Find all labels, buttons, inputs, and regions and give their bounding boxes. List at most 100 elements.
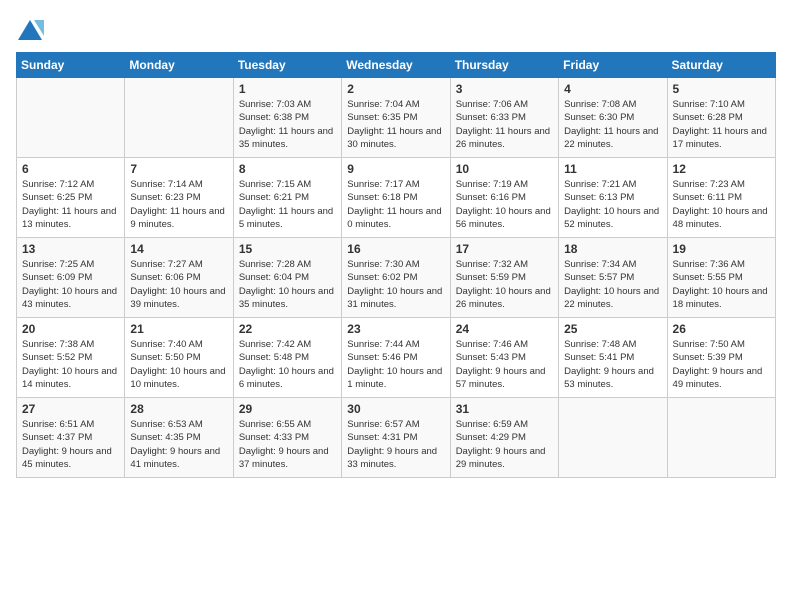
day-number: 10 [456, 162, 553, 176]
day-number: 26 [673, 322, 770, 336]
day-number: 7 [130, 162, 227, 176]
day-info: Sunrise: 7:03 AM Sunset: 6:38 PM Dayligh… [239, 98, 336, 151]
day-info: Sunrise: 7:42 AM Sunset: 5:48 PM Dayligh… [239, 338, 336, 391]
calendar-cell: 1 Sunrise: 7:03 AM Sunset: 6:38 PM Daylig… [233, 78, 341, 158]
calendar-cell: 6Sunrise: 7:12 AM Sunset: 6:25 PM Daylig… [17, 158, 125, 238]
day-number: 14 [130, 242, 227, 256]
day-header-saturday: Saturday [667, 53, 775, 78]
day-info: Sunrise: 7:21 AM Sunset: 6:13 PM Dayligh… [564, 178, 661, 231]
day-info: Sunrise: 7:10 AM Sunset: 6:28 PM Dayligh… [673, 98, 770, 151]
header-row: SundayMondayTuesdayWednesdayThursdayFrid… [17, 53, 776, 78]
day-number: 9 [347, 162, 444, 176]
day-header-friday: Friday [559, 53, 667, 78]
day-number: 15 [239, 242, 336, 256]
day-info: Sunrise: 7:50 AM Sunset: 5:39 PM Dayligh… [673, 338, 770, 391]
calendar-cell: 27 Sunrise: 6:51 AM Sunset: 4:37 PM Dayli… [17, 398, 125, 478]
day-number: 18 [564, 242, 661, 256]
calendar-cell [559, 398, 667, 478]
calendar-cell: 31 Sunrise: 6:59 AM Sunset: 4:29 PM Dayli… [450, 398, 558, 478]
calendar-cell: 14 Sunrise: 7:27 AM Sunset: 6:06 PM Dayli… [125, 238, 233, 318]
calendar-cell [667, 398, 775, 478]
calendar-cell: 28Sunrise: 6:53 AM Sunset: 4:35 PM Dayli… [125, 398, 233, 478]
day-info: Sunrise: 7:23 AM Sunset: 6:11 PM Dayligh… [673, 178, 770, 231]
logo [16, 16, 48, 44]
day-info: Sunrise: 7:19 AM Sunset: 6:16 PM Dayligh… [456, 178, 553, 231]
calendar-cell: 18 Sunrise: 7:34 AM Sunset: 5:57 PM Dayli… [559, 238, 667, 318]
day-number: 16 [347, 242, 444, 256]
day-number: 13 [22, 242, 119, 256]
day-number: 2 [347, 82, 444, 96]
calendar-cell [17, 78, 125, 158]
day-info: Sunrise: 7:44 AM Sunset: 5:46 PM Dayligh… [347, 338, 444, 391]
day-info: Sunrise: 7:17 AM Sunset: 6:18 PM Dayligh… [347, 178, 444, 231]
day-info: Sunrise: 7:40 AM Sunset: 5:50 PM Dayligh… [130, 338, 227, 391]
calendar-cell [125, 78, 233, 158]
calendar-cell: 29 Sunrise: 6:55 AM Sunset: 4:33 PM Dayli… [233, 398, 341, 478]
day-info: Sunrise: 7:08 AM Sunset: 6:30 PM Dayligh… [564, 98, 661, 151]
day-number: 25 [564, 322, 661, 336]
day-number: 5 [673, 82, 770, 96]
calendar-cell: 5 Sunrise: 7:10 AM Sunset: 6:28 PM Daylig… [667, 78, 775, 158]
day-info: Sunrise: 7:36 AM Sunset: 5:55 PM Dayligh… [673, 258, 770, 311]
day-number: 30 [347, 402, 444, 416]
day-info: Sunrise: 6:57 AM Sunset: 4:31 PM Dayligh… [347, 418, 444, 471]
day-info: Sunrise: 7:30 AM Sunset: 6:02 PM Dayligh… [347, 258, 444, 311]
calendar-cell: 20Sunrise: 7:38 AM Sunset: 5:52 PM Dayli… [17, 318, 125, 398]
week-row-3: 13 Sunrise: 7:25 AM Sunset: 6:09 PM Dayli… [17, 238, 776, 318]
calendar-table: SundayMondayTuesdayWednesdayThursdayFrid… [16, 52, 776, 478]
day-info: Sunrise: 7:46 AM Sunset: 5:43 PM Dayligh… [456, 338, 553, 391]
day-info: Sunrise: 6:55 AM Sunset: 4:33 PM Dayligh… [239, 418, 336, 471]
day-header-thursday: Thursday [450, 53, 558, 78]
day-number: 11 [564, 162, 661, 176]
calendar-cell: 9 Sunrise: 7:17 AM Sunset: 6:18 PM Daylig… [342, 158, 450, 238]
day-number: 17 [456, 242, 553, 256]
day-number: 19 [673, 242, 770, 256]
day-info: Sunrise: 7:34 AM Sunset: 5:57 PM Dayligh… [564, 258, 661, 311]
day-number: 29 [239, 402, 336, 416]
calendar-cell: 21 Sunrise: 7:40 AM Sunset: 5:50 PM Dayli… [125, 318, 233, 398]
calendar-cell: 11 Sunrise: 7:21 AM Sunset: 6:13 PM Dayli… [559, 158, 667, 238]
calendar-cell: 8 Sunrise: 7:15 AM Sunset: 6:21 PM Daylig… [233, 158, 341, 238]
calendar-cell: 13 Sunrise: 7:25 AM Sunset: 6:09 PM Dayli… [17, 238, 125, 318]
day-info: Sunrise: 6:51 AM Sunset: 4:37 PM Dayligh… [22, 418, 119, 471]
calendar-cell: 19 Sunrise: 7:36 AM Sunset: 5:55 PM Dayli… [667, 238, 775, 318]
day-info: Sunrise: 7:14 AM Sunset: 6:23 PM Dayligh… [130, 178, 227, 231]
week-row-4: 20Sunrise: 7:38 AM Sunset: 5:52 PM Dayli… [17, 318, 776, 398]
day-info: Sunrise: 7:15 AM Sunset: 6:21 PM Dayligh… [239, 178, 336, 231]
day-info: Sunrise: 7:25 AM Sunset: 6:09 PM Dayligh… [22, 258, 119, 311]
calendar-cell: 10 Sunrise: 7:19 AM Sunset: 6:16 PM Dayli… [450, 158, 558, 238]
day-header-sunday: Sunday [17, 53, 125, 78]
day-info: Sunrise: 6:59 AM Sunset: 4:29 PM Dayligh… [456, 418, 553, 471]
day-number: 12 [673, 162, 770, 176]
day-number: 6 [22, 162, 119, 176]
week-row-1: 1 Sunrise: 7:03 AM Sunset: 6:38 PM Daylig… [17, 78, 776, 158]
day-number: 23 [347, 322, 444, 336]
day-info: Sunrise: 7:32 AM Sunset: 5:59 PM Dayligh… [456, 258, 553, 311]
calendar-cell: 25 Sunrise: 7:48 AM Sunset: 5:41 PM Dayli… [559, 318, 667, 398]
day-number: 27 [22, 402, 119, 416]
day-number: 22 [239, 322, 336, 336]
calendar-cell: 12 Sunrise: 7:23 AM Sunset: 6:11 PM Dayli… [667, 158, 775, 238]
day-info: Sunrise: 7:48 AM Sunset: 5:41 PM Dayligh… [564, 338, 661, 391]
day-number: 31 [456, 402, 553, 416]
calendar-cell: 16 Sunrise: 7:30 AM Sunset: 6:02 PM Dayli… [342, 238, 450, 318]
calendar-cell: 26 Sunrise: 7:50 AM Sunset: 5:39 PM Dayli… [667, 318, 775, 398]
day-info: Sunrise: 7:38 AM Sunset: 5:52 PM Dayligh… [22, 338, 119, 391]
day-number: 21 [130, 322, 227, 336]
logo-icon [16, 16, 44, 44]
day-number: 4 [564, 82, 661, 96]
calendar-cell: 4 Sunrise: 7:08 AM Sunset: 6:30 PM Daylig… [559, 78, 667, 158]
day-info: Sunrise: 6:53 AM Sunset: 4:35 PM Dayligh… [130, 418, 227, 471]
day-header-tuesday: Tuesday [233, 53, 341, 78]
day-number: 3 [456, 82, 553, 96]
calendar-cell: 23 Sunrise: 7:44 AM Sunset: 5:46 PM Dayli… [342, 318, 450, 398]
calendar-cell: 24Sunrise: 7:46 AM Sunset: 5:43 PM Dayli… [450, 318, 558, 398]
day-info: Sunrise: 7:06 AM Sunset: 6:33 PM Dayligh… [456, 98, 553, 151]
day-number: 1 [239, 82, 336, 96]
page-header [16, 16, 776, 44]
week-row-2: 6Sunrise: 7:12 AM Sunset: 6:25 PM Daylig… [17, 158, 776, 238]
calendar-cell: 30 Sunrise: 6:57 AM Sunset: 4:31 PM Dayli… [342, 398, 450, 478]
week-row-5: 27 Sunrise: 6:51 AM Sunset: 4:37 PM Dayli… [17, 398, 776, 478]
day-number: 8 [239, 162, 336, 176]
day-info: Sunrise: 7:27 AM Sunset: 6:06 PM Dayligh… [130, 258, 227, 311]
